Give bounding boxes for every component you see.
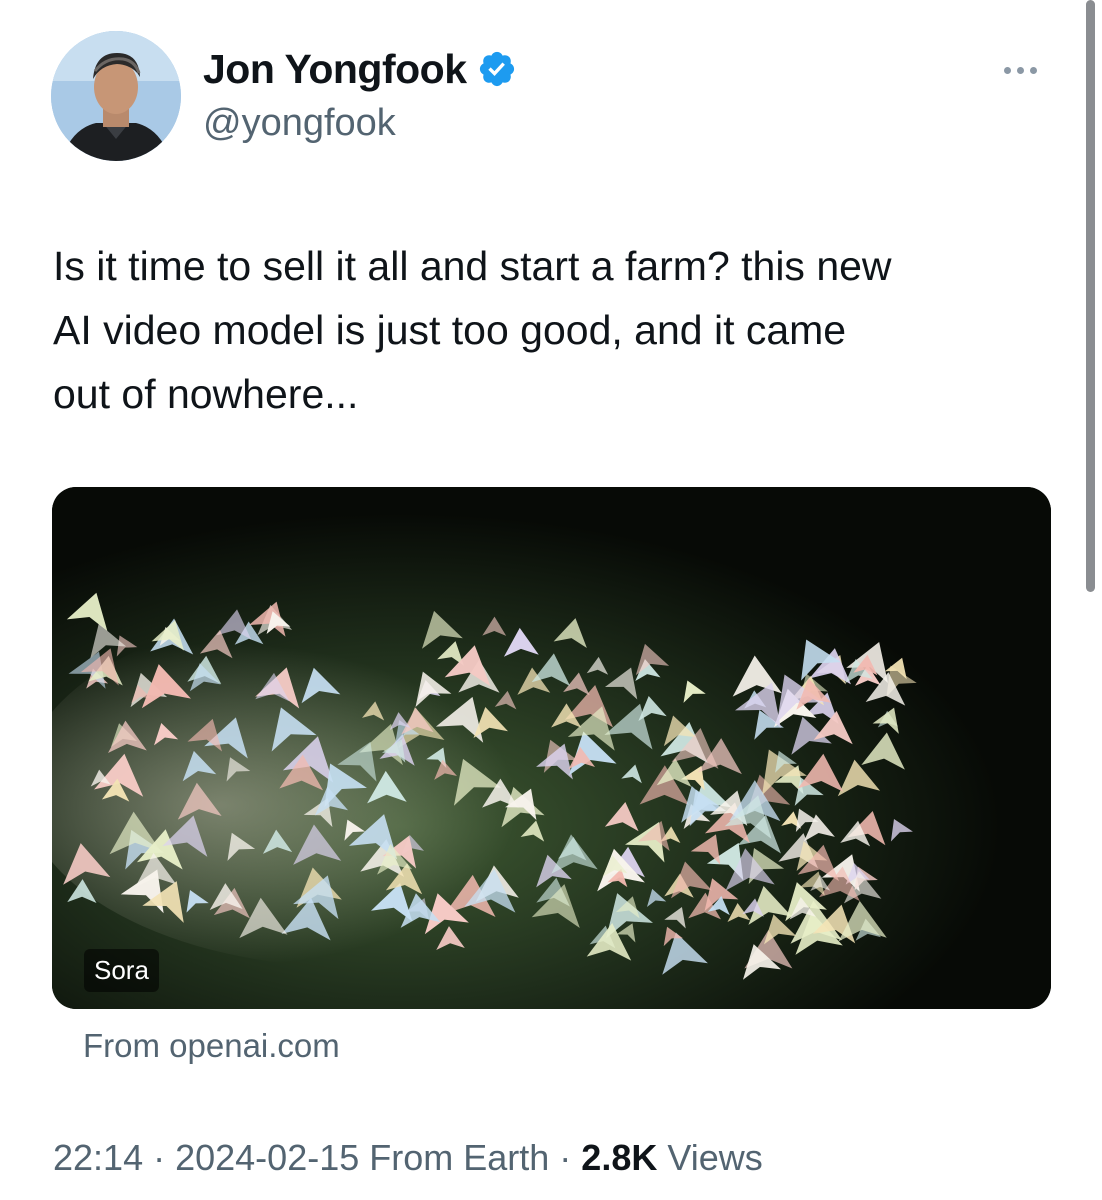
video-media[interactable]: Sora: [52, 487, 1051, 1009]
video-thumbnail: [52, 487, 1051, 1009]
tweet-date[interactable]: 2024-02-15: [175, 1137, 359, 1178]
author-handle[interactable]: @yongfook: [203, 101, 396, 145]
tweet-location: From Earth: [359, 1137, 550, 1178]
meta-separator: ·: [143, 1137, 176, 1178]
avatar-photo: [51, 31, 181, 161]
tweet-time[interactable]: 22:14: [53, 1137, 143, 1178]
source-link[interactable]: From openai.com: [83, 1024, 340, 1068]
verified-badge-icon: [477, 49, 517, 89]
scrollbar[interactable]: [1086, 0, 1095, 592]
views-count[interactable]: 2.8K: [581, 1137, 657, 1178]
meta-separator: ·: [549, 1137, 582, 1178]
views-label: Views: [657, 1137, 763, 1178]
avatar[interactable]: [51, 31, 181, 161]
tweet-meta: 22:14 · 2024-02-15 From Earth · 2.8K Vie…: [53, 1135, 763, 1181]
tweet-text: Is it time to sell it all and start a fa…: [53, 243, 892, 417]
author-name-row[interactable]: Jon Yongfook: [203, 45, 517, 93]
more-options-icon[interactable]: [993, 55, 1047, 85]
author-name[interactable]: Jon Yongfook: [203, 45, 467, 93]
media-label: Sora: [84, 949, 159, 992]
